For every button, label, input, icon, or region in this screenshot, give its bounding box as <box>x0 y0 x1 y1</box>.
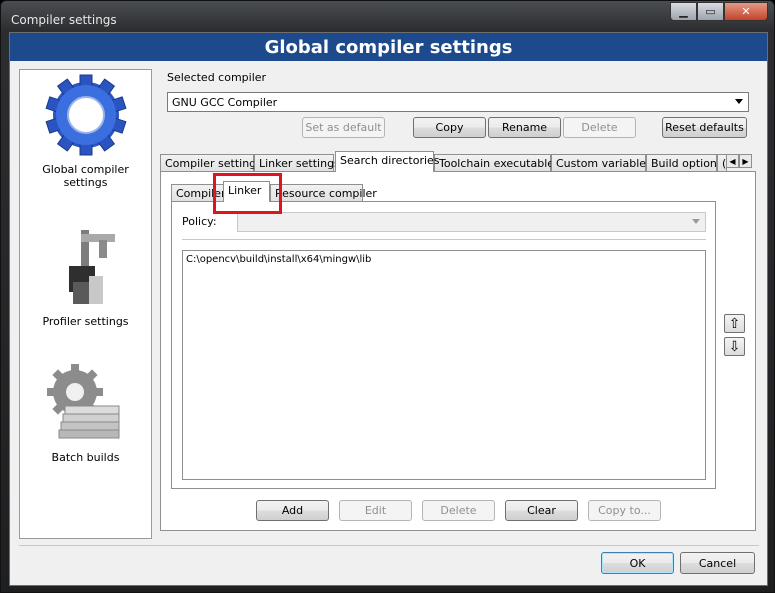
tab-build-options[interactable]: Build options <box>646 154 723 172</box>
arrow-right-icon: ▶ <box>742 156 749 166</box>
tab-scroll-right-button[interactable]: ▶ <box>739 154 752 168</box>
tab-scroll-left-button[interactable]: ◀ <box>726 154 739 168</box>
sidebar-item-label: Profiler settings <box>42 315 129 328</box>
clear-button[interactable]: Clear <box>505 500 578 521</box>
sidebar-item-profiler-settings[interactable]: Profiler settings <box>20 226 151 328</box>
edit-button[interactable]: Edit <box>339 500 412 521</box>
close-icon: ✕ <box>741 5 751 18</box>
sidebar: Global compiler settings Profiler settin… <box>19 69 152 539</box>
move-down-button[interactable]: ⇩ <box>724 337 745 356</box>
cancel-button[interactable]: Cancel <box>680 552 755 574</box>
selected-compiler-label: Selected compiler <box>167 71 267 84</box>
rename-button[interactable]: Rename <box>488 117 561 138</box>
maximize-button[interactable]: ▭ <box>697 2 724 21</box>
copy-to-button[interactable]: Copy to... <box>588 500 661 521</box>
add-button[interactable]: Add <box>256 500 329 521</box>
sidebar-item-label: Global compiler settings <box>42 163 129 189</box>
delete-compiler-button[interactable]: Delete <box>563 117 636 138</box>
arrow-left-icon: ◀ <box>729 156 736 166</box>
close-button[interactable]: ✕ <box>724 2 768 21</box>
compiler-select[interactable]: GNU GCC Compiler <box>167 92 749 112</box>
bottom-separator <box>19 545 759 546</box>
tab-custom-variables[interactable]: Custom variables <box>551 154 652 172</box>
delete-directory-button[interactable]: Delete <box>422 500 495 521</box>
chevron-down-icon <box>692 219 700 224</box>
policy-separator <box>182 239 706 240</box>
page-title: Global compiler settings <box>10 33 767 61</box>
linker-tab-highlight <box>213 173 282 214</box>
tab-resource-compiler[interactable]: Resource compiler <box>270 184 377 202</box>
tab-toolchain-executables[interactable]: Toolchain executables <box>434 154 560 172</box>
gear-icon <box>44 74 127 156</box>
ok-button[interactable]: OK <box>601 552 674 574</box>
list-item[interactable]: C:\opencv\build\install\x64\mingw\lib <box>186 254 371 265</box>
window-title: Compiler settings <box>11 13 117 27</box>
caliper-icon <box>68 230 115 304</box>
chevron-down-icon <box>735 99 743 104</box>
dialog-client: Global compiler settings Global compiler… <box>9 32 768 586</box>
tab-search-directories[interactable]: Search directories <box>335 151 440 172</box>
set-as-default-button[interactable]: Set as default <box>302 117 385 138</box>
reset-defaults-button[interactable]: Reset defaults <box>662 117 747 138</box>
sidebar-item-batch-builds[interactable]: Batch builds <box>20 362 151 464</box>
sidebar-item-label: Batch builds <box>51 451 120 464</box>
tab-scroll-arrows: ◀ ▶ <box>726 154 752 168</box>
policy-select[interactable] <box>237 212 706 232</box>
tab-compiler-settings[interactable]: Compiler settings <box>160 154 262 172</box>
directories-list[interactable]: C:\opencv\build\install\x64\mingw\lib <box>182 250 706 480</box>
gear-stack-icon <box>46 364 119 439</box>
copy-button[interactable]: Copy <box>413 117 486 138</box>
compiler-select-value: GNU GCC Compiler <box>172 96 278 109</box>
maximize-icon: ▭ <box>705 5 716 18</box>
arrow-up-icon: ⇧ <box>728 315 741 332</box>
policy-label: Policy: <box>182 215 217 228</box>
compiler-settings-window: Compiler settings ▁ ▭ ✕ Global compiler … <box>0 0 775 593</box>
sidebar-item-global-compiler-settings[interactable]: Global compiler settings <box>20 74 151 189</box>
minimize-icon: ▁ <box>679 5 688 18</box>
caption-buttons: ▁ ▭ ✕ <box>670 2 768 21</box>
tab-linker-settings[interactable]: Linker settings <box>254 154 340 172</box>
arrow-down-icon: ⇩ <box>728 338 741 355</box>
move-up-button[interactable]: ⇧ <box>724 314 745 333</box>
minimize-button[interactable]: ▁ <box>670 2 697 21</box>
